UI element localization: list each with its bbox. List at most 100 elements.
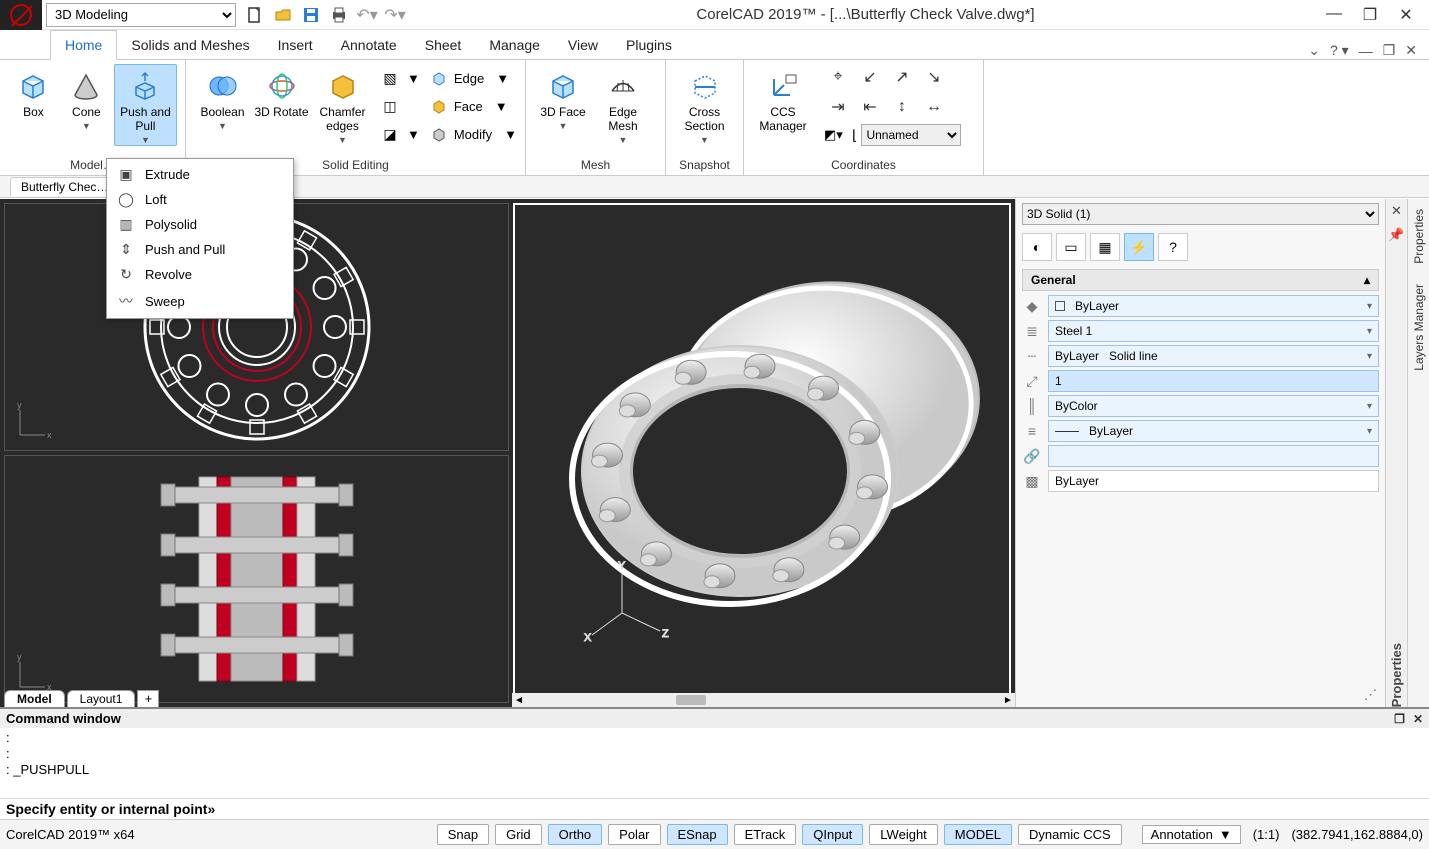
lineweight-field[interactable]: ByLayer▾: [1048, 420, 1379, 442]
viewport-iso[interactable]: YZX: [513, 203, 1011, 703]
print-icon[interactable]: [328, 4, 350, 26]
box-button[interactable]: Box: [8, 64, 59, 120]
annotation-scale-combo[interactable]: Annotation▼: [1142, 825, 1241, 844]
dropdown-pushpull[interactable]: ⇕Push and Pull: [107, 237, 293, 262]
minimize-icon[interactable]: —: [1325, 5, 1343, 25]
horizontal-scrollbar[interactable]: ◄ ►: [512, 693, 1015, 707]
toggle-snap[interactable]: Snap: [437, 824, 489, 845]
scroll-left-icon[interactable]: ◄: [512, 695, 526, 706]
workspace-select[interactable]: 3D Modeling: [46, 3, 236, 27]
general-section-header[interactable]: General▴: [1022, 269, 1379, 291]
add-layout-button[interactable]: +: [137, 690, 159, 708]
tab-solids[interactable]: Solids and Meshes: [117, 31, 263, 59]
ccs-3pt-icon[interactable]: ↔: [920, 94, 948, 120]
separate-button[interactable]: ▧▼: [381, 66, 420, 90]
ccs-face-icon[interactable]: ◩▾: [824, 127, 848, 143]
toggle-lweight[interactable]: LWeight: [869, 824, 938, 845]
hyperlink-field[interactable]: [1048, 445, 1379, 467]
layout1-tab[interactable]: Layout1: [67, 690, 136, 708]
cone-button[interactable]: Cone▼: [61, 64, 112, 132]
panel-resize-icon[interactable]: ⋰: [1016, 683, 1385, 707]
dropdown-revolve[interactable]: ↻Revolve: [107, 262, 293, 287]
ccs-view-icon[interactable]: ↕: [888, 94, 916, 120]
props-help-button[interactable]: ?: [1158, 233, 1188, 261]
3dface-button[interactable]: 3D Face▼: [534, 64, 592, 132]
ccs-name-select[interactable]: Unnamed: [861, 124, 961, 146]
panel-pin-icon[interactable]: 📌: [1388, 227, 1404, 243]
doc-close-icon[interactable]: ✕: [1405, 42, 1417, 59]
cmd-history[interactable]: : : : _PUSHPULL: [0, 728, 1429, 798]
ccs-manager-button[interactable]: CCS Manager: [752, 64, 814, 134]
doc-minimize-icon[interactable]: —: [1359, 43, 1373, 59]
tab-insert[interactable]: Insert: [264, 31, 327, 59]
scroll-thumb[interactable]: [676, 695, 706, 705]
maximize-icon[interactable]: ❐: [1361, 5, 1379, 25]
boolean-button[interactable]: Boolean▼: [194, 64, 251, 132]
dropdown-loft[interactable]: ◯Loft: [107, 187, 293, 212]
doc-restore-icon[interactable]: ❐: [1383, 42, 1396, 59]
pushpull-button[interactable]: Push and Pull▼: [114, 64, 177, 146]
ribbon-options-icon[interactable]: ⌄: [1308, 42, 1320, 59]
selection-filter-select[interactable]: 3D Solid (1): [1022, 203, 1379, 225]
help-icon[interactable]: ? ▾: [1330, 42, 1349, 59]
shell-button[interactable]: ◫: [381, 94, 420, 118]
toggle-grid[interactable]: Grid: [495, 824, 542, 845]
cmd-prompt[interactable]: Specify entity or internal point»: [0, 798, 1429, 819]
chamfer-button[interactable]: Chamfer edges▼: [312, 64, 373, 146]
scroll-right-icon[interactable]: ►: [1001, 695, 1015, 706]
tab-plugins[interactable]: Plugins: [612, 31, 686, 59]
dropdown-extrude[interactable]: ▣Extrude: [107, 162, 293, 187]
props-tool-3[interactable]: ▦: [1090, 233, 1120, 261]
app-logo[interactable]: [0, 0, 42, 30]
edgemesh-button[interactable]: Edge Mesh▼: [594, 64, 652, 146]
imprint-button[interactable]: ◪▼: [381, 122, 420, 146]
right-tab-properties[interactable]: Properties: [1410, 199, 1428, 274]
rotate3d-button[interactable]: 3D Rotate: [253, 64, 310, 120]
props-tool-1[interactable]: ◐: [1022, 233, 1052, 261]
model-tab[interactable]: Model: [4, 690, 65, 708]
linescale-field[interactable]: 1: [1048, 370, 1379, 392]
toggle-polar[interactable]: Polar: [608, 824, 660, 845]
linetype-field[interactable]: ByLayerSolid line▾: [1048, 345, 1379, 367]
viewport-front[interactable]: yx: [4, 455, 509, 703]
ccs-y-icon[interactable]: ⇤: [856, 94, 884, 120]
ccs-origin-icon[interactable]: ↙: [856, 64, 884, 90]
ccs-prev-icon[interactable]: ↘: [920, 64, 948, 90]
tab-home[interactable]: Home: [50, 30, 117, 60]
edge-button[interactable]: Edge▼: [430, 66, 517, 90]
open-icon[interactable]: [272, 4, 294, 26]
face-button[interactable]: Face▼: [430, 94, 517, 118]
toggle-ortho[interactable]: Ortho: [548, 824, 603, 845]
tab-sheet[interactable]: Sheet: [411, 31, 476, 59]
props-tool-2[interactable]: ▭: [1056, 233, 1086, 261]
dropdown-sweep[interactable]: 〰Sweep: [107, 287, 293, 315]
props-tool-quick[interactable]: ⚡: [1124, 233, 1154, 261]
toggle-model[interactable]: MODEL: [944, 824, 1012, 845]
tab-manage[interactable]: Manage: [475, 31, 554, 59]
toggle-qinput[interactable]: QInput: [802, 824, 863, 845]
toggle-dynamic ccs[interactable]: Dynamic CCS: [1018, 824, 1122, 845]
plotstyle-field[interactable]: ByColor▾: [1048, 395, 1379, 417]
right-tab-layers[interactable]: Layers Manager: [1410, 274, 1428, 381]
tab-annotate[interactable]: Annotate: [327, 31, 411, 59]
color-field[interactable]: ByLayer▾: [1048, 295, 1379, 317]
modify-button[interactable]: Modify▼: [430, 122, 517, 146]
panel-close-icon[interactable]: ✕: [1391, 203, 1402, 219]
ccs-z-icon[interactable]: ↗: [888, 64, 916, 90]
close-icon[interactable]: ✕: [1397, 5, 1415, 25]
dropdown-polysolid[interactable]: ▥Polysolid: [107, 212, 293, 237]
material-field[interactable]: ByLayer: [1048, 470, 1379, 492]
save-icon[interactable]: [300, 4, 322, 26]
layer-field[interactable]: Steel 1▾: [1048, 320, 1379, 342]
document-tab[interactable]: Butterfly Chec…: [10, 177, 119, 196]
cross-section-button[interactable]: Cross Section▼: [674, 64, 735, 146]
ccs-world-icon[interactable]: ⌖: [824, 64, 852, 90]
redo-icon[interactable]: ↷▾: [384, 4, 406, 26]
toggle-etrack[interactable]: ETrack: [734, 824, 797, 845]
undo-icon[interactable]: ↶▾: [356, 4, 378, 26]
ccs-x-icon[interactable]: ⇥: [824, 94, 852, 120]
cmd-float-icon[interactable]: ❐: [1394, 712, 1405, 726]
cmd-close-icon[interactable]: ✕: [1413, 712, 1423, 726]
new-icon[interactable]: [244, 4, 266, 26]
tab-view[interactable]: View: [554, 31, 612, 59]
